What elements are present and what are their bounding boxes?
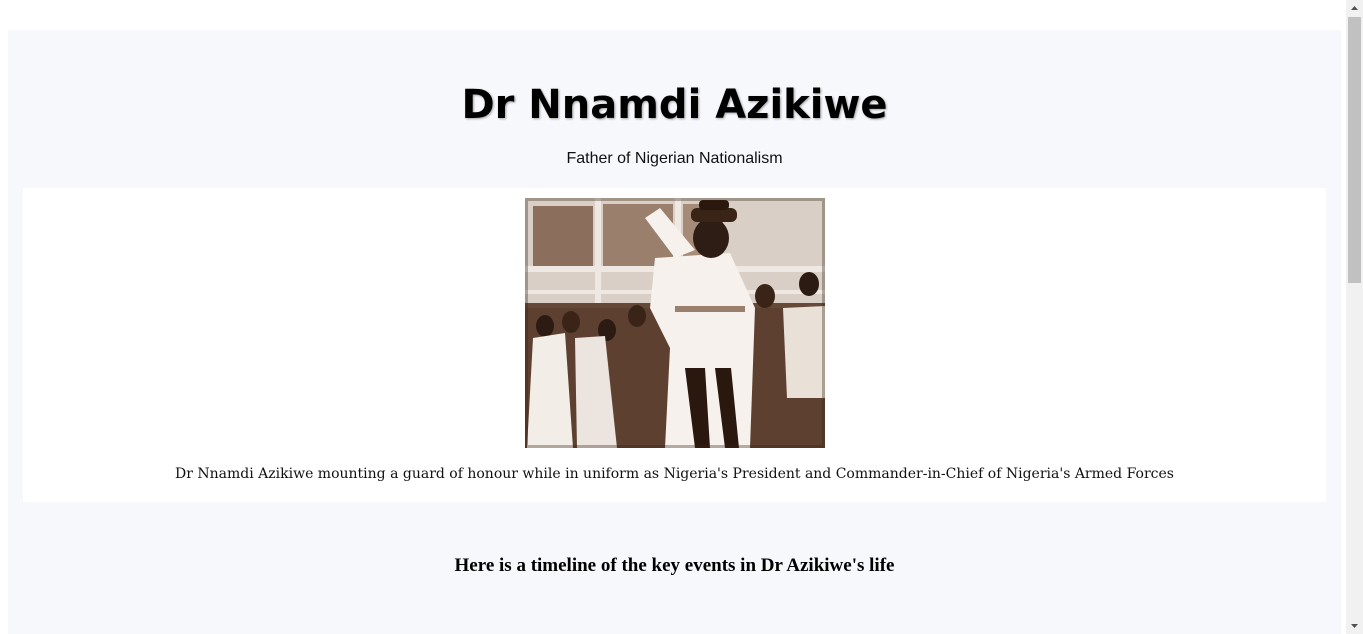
timeline-heading: Here is a timeline of the key events in …	[454, 555, 895, 576]
image-caption: Dr Nnamdi Azikiwe mounting a guard of ho…	[175, 466, 1174, 482]
azikiwe-photo	[525, 198, 825, 448]
scroll-down-arrow-icon[interactable]	[1346, 617, 1363, 634]
main-content: Dr Nnamdi Azikiwe Father of Nigerian Nat…	[8, 30, 1341, 634]
page-subtitle: Father of Nigerian Nationalism	[566, 150, 783, 167]
image-card: Dr Nnamdi Azikiwe mounting a guard of ho…	[23, 188, 1326, 502]
scrollbar-thumb[interactable]	[1348, 17, 1361, 283]
scroll-up-arrow-icon[interactable]	[1346, 0, 1363, 17]
browser-viewport: Dr Nnamdi Azikiwe Father of Nigerian Nat…	[0, 0, 1363, 634]
page-title: Dr Nnamdi Azikiwe	[461, 82, 888, 128]
vertical-scrollbar[interactable]	[1346, 0, 1363, 634]
